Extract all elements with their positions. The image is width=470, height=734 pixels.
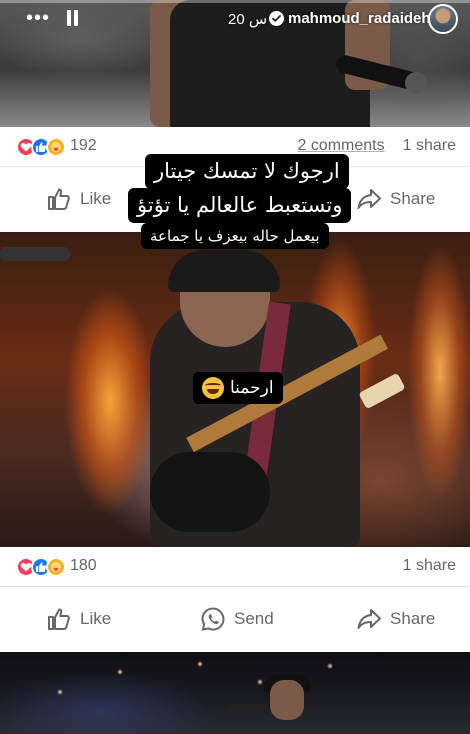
verified-badge-icon bbox=[269, 11, 284, 26]
story-caption-line-3: بيعمل حاله بيعزف يا جماعة bbox=[141, 223, 329, 249]
pause-icon[interactable] bbox=[66, 10, 80, 26]
story-caption-reaction: ارحمنا bbox=[193, 372, 283, 404]
singer-head bbox=[270, 680, 304, 720]
story-timestamp: 20 س bbox=[228, 11, 268, 28]
like-button[interactable]: Like bbox=[46, 595, 111, 643]
guitarist-cap bbox=[168, 250, 280, 292]
share-arrow-icon bbox=[357, 609, 381, 629]
story-caption-line-1: ارجوك لا تمسك جيتار bbox=[145, 154, 349, 189]
share-label: Share bbox=[390, 189, 436, 208]
story-photo-stage bbox=[0, 652, 470, 734]
share-button[interactable]: Share bbox=[356, 175, 435, 223]
story-username[interactable]: mahmoud_radaideh bbox=[288, 10, 431, 27]
post-actions: Like Send Share bbox=[0, 595, 470, 643]
share-label: Share bbox=[390, 609, 436, 628]
thumbs-up-icon bbox=[48, 608, 70, 630]
guitar-body bbox=[150, 452, 270, 532]
story-header: ••• 20 س mahmoud_radaideh bbox=[0, 4, 470, 34]
post-meta: 2 comments 1 share bbox=[297, 137, 456, 155]
more-dots-icon[interactable]: ••• bbox=[26, 8, 50, 28]
microphone bbox=[228, 704, 268, 712]
shares-count-link[interactable]: 1 share bbox=[403, 137, 456, 154]
laughing-tears-emoji bbox=[202, 377, 224, 399]
mic-stand bbox=[0, 247, 70, 261]
story-progress-bar bbox=[0, 0, 470, 3]
whatsapp-icon bbox=[201, 607, 225, 631]
like-label: Like bbox=[80, 189, 112, 208]
avatar[interactable] bbox=[428, 4, 458, 34]
like-label: Like bbox=[80, 609, 112, 628]
post-card-2: 180 1 share Like Send Share bbox=[0, 547, 470, 652]
comments-count-link[interactable]: 2 comments bbox=[297, 137, 384, 154]
send-label: Send bbox=[234, 609, 274, 628]
post-meta: 1 share bbox=[403, 557, 456, 575]
reaction-count[interactable]: 180 bbox=[70, 557, 97, 575]
share-arrow-icon bbox=[357, 189, 381, 209]
care-reaction-icon bbox=[46, 557, 66, 577]
story-caption-line-2: وتستعبط عالعالم يا تؤتؤ bbox=[128, 188, 352, 223]
post-stats-bar: 180 1 share bbox=[0, 547, 470, 587]
send-button[interactable]: Send bbox=[200, 595, 274, 643]
shares-count-link[interactable]: 1 share bbox=[403, 557, 456, 574]
guitar-headstock bbox=[358, 372, 406, 410]
microphone-head bbox=[405, 72, 427, 94]
reaction-count[interactable]: 192 bbox=[70, 137, 97, 155]
like-button[interactable]: Like bbox=[46, 175, 111, 223]
care-reaction-icon bbox=[46, 137, 66, 157]
caption-reaction-text: ارحمنا bbox=[230, 378, 274, 398]
thumbs-up-icon bbox=[48, 188, 70, 210]
share-button[interactable]: Share bbox=[356, 595, 435, 643]
